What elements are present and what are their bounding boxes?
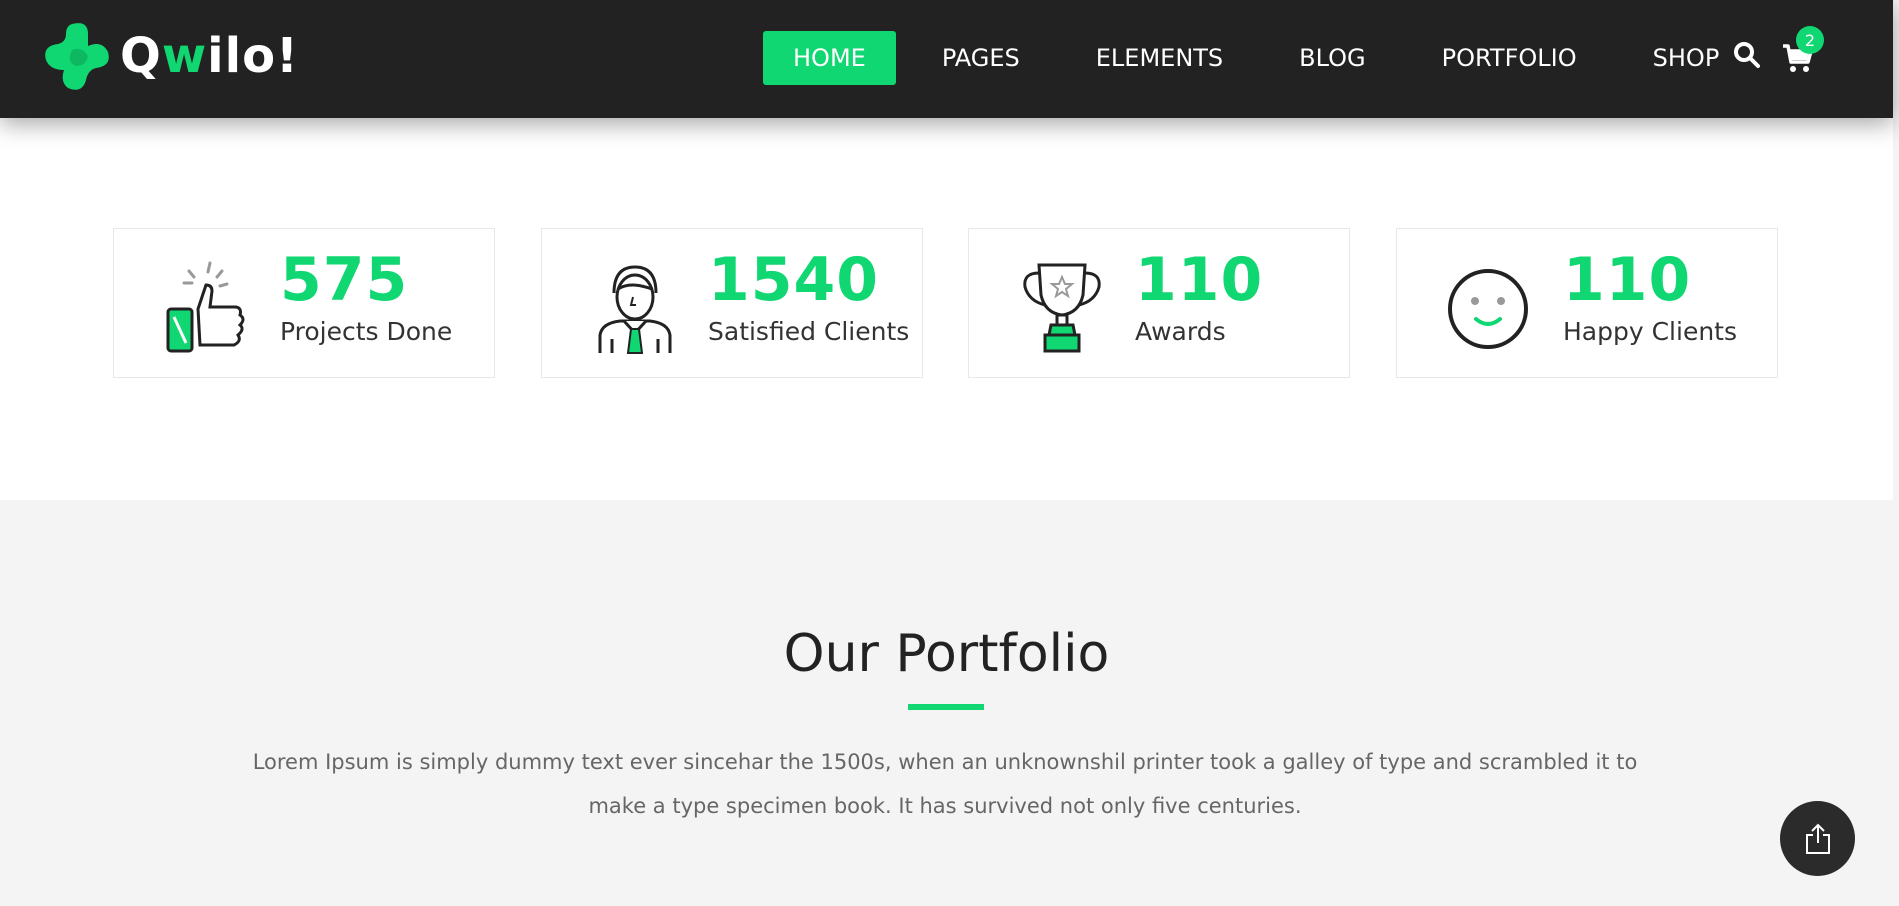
- title-underline: [908, 704, 984, 710]
- stat-label: Awards: [1135, 317, 1226, 346]
- portfolio-description: Lorem Ipsum is simply dummy text ever si…: [252, 750, 1638, 818]
- stat-number: 1540: [708, 245, 879, 315]
- share-icon: [1805, 823, 1830, 854]
- smiley-face-icon: [1448, 269, 1528, 349]
- navbar: Qwilo! HOME PAGES ELEMENTS BLOG PORTFOLI…: [0, 0, 1893, 118]
- stat-number: 575: [280, 245, 409, 315]
- stat-label: Satisfied Clients: [708, 317, 910, 346]
- nav-item-elements[interactable]: ELEMENTS: [1066, 31, 1253, 85]
- portfolio-title: Our Portfolio: [783, 624, 1110, 684]
- stat-number: 110: [1563, 245, 1692, 315]
- nav-item-blog[interactable]: BLOG: [1269, 31, 1395, 85]
- stat-label: Projects Done: [280, 317, 453, 346]
- stat-card-projects: 575 Projects Done: [113, 228, 495, 378]
- client-person-icon: [598, 265, 672, 354]
- stat-number: 110: [1135, 245, 1264, 315]
- cart-count-badge: 2: [1796, 26, 1824, 54]
- logo-mark-icon: [45, 23, 109, 90]
- thumbs-up-icon: [166, 261, 245, 353]
- share-button[interactable]: [1780, 801, 1855, 876]
- stat-label: Happy Clients: [1563, 317, 1737, 346]
- logo[interactable]: Qwilo!: [42, 20, 299, 92]
- logo-text: Qwilo!: [120, 28, 299, 84]
- stat-card-clients: 1540 Satisfied Clients: [541, 228, 923, 378]
- stat-card-awards: 110 Awards: [968, 228, 1350, 378]
- main-nav: HOME PAGES ELEMENTS BLOG PORTFOLIO SHOP: [763, 31, 1765, 85]
- stat-card-happy: 110 Happy Clients: [1396, 228, 1778, 378]
- nav-item-portfolio[interactable]: PORTFOLIO: [1412, 31, 1607, 85]
- search-icon[interactable]: [1733, 40, 1761, 75]
- nav-item-shop[interactable]: SHOP: [1623, 31, 1750, 85]
- nav-item-home[interactable]: HOME: [763, 31, 896, 85]
- trophy-icon: [1023, 263, 1101, 353]
- nav-item-pages[interactable]: PAGES: [912, 31, 1050, 85]
